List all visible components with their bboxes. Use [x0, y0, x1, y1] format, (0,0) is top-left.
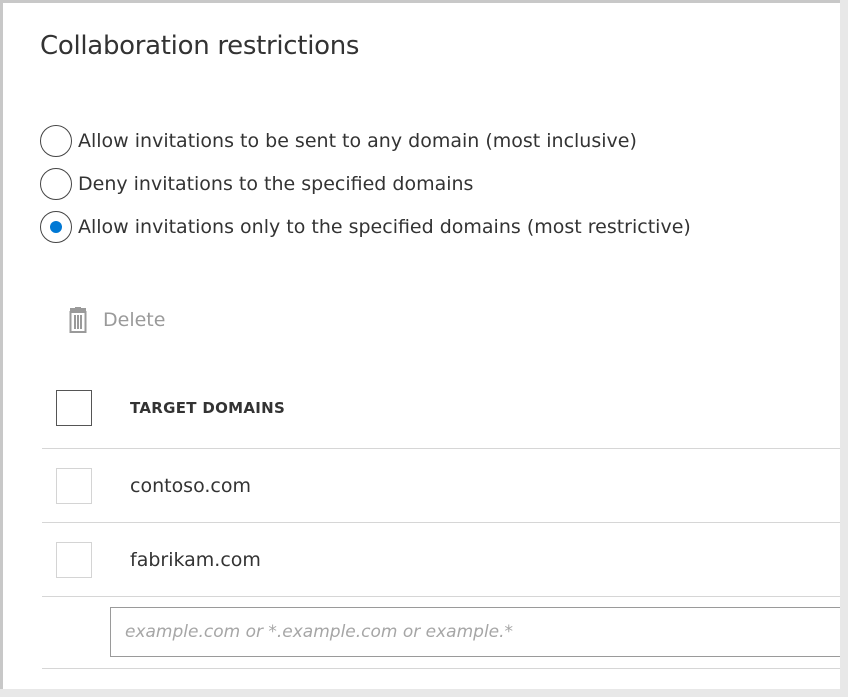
- table-row[interactable]: fabrikam.com: [42, 523, 840, 597]
- restriction-radio-group: Allow invitations to be sent to any doma…: [40, 119, 691, 248]
- radio-button-allow-any-domain[interactable]: [40, 124, 72, 157]
- table-row[interactable]: contoso.com: [42, 449, 840, 523]
- radio-button-allow-only-specified[interactable]: [40, 210, 72, 243]
- radio-option-allow-only-specified[interactable]: Allow invitations only to the specified …: [40, 205, 691, 248]
- new-domain-input[interactable]: [110, 607, 840, 657]
- delete-button[interactable]: Delete: [67, 303, 165, 337]
- row-checkbox[interactable]: [56, 467, 92, 504]
- collaboration-restrictions-panel: Collaboration restrictions Allow invitat…: [0, 0, 840, 689]
- table-header-row: TARGET DOMAINS: [42, 367, 840, 449]
- radio-label-allow-any-domain: Allow invitations to be sent to any doma…: [78, 129, 637, 152]
- row-checkbox[interactable]: [56, 541, 92, 578]
- radio-option-deny-specified[interactable]: Deny invitations to the specified domain…: [40, 162, 691, 205]
- column-header-target-domains: TARGET DOMAINS: [130, 398, 286, 417]
- radio-button-deny-specified[interactable]: [40, 167, 72, 200]
- domain-cell: fabrikam.com: [130, 548, 261, 571]
- radio-option-allow-any-domain[interactable]: Allow invitations to be sent to any doma…: [40, 119, 691, 162]
- domain-cell: contoso.com: [130, 474, 251, 497]
- page-title: Collaboration restrictions: [40, 31, 360, 61]
- select-all-checkbox[interactable]: [56, 389, 92, 426]
- delete-label: Delete: [103, 309, 166, 331]
- trash-icon: [67, 307, 89, 333]
- new-domain-row: [42, 597, 840, 669]
- target-domains-table: TARGET DOMAINS contoso.com fabrikam.com: [42, 367, 840, 669]
- radio-label-allow-only-specified: Allow invitations only to the specified …: [78, 215, 691, 238]
- radio-label-deny-specified: Deny invitations to the specified domain…: [78, 172, 474, 195]
